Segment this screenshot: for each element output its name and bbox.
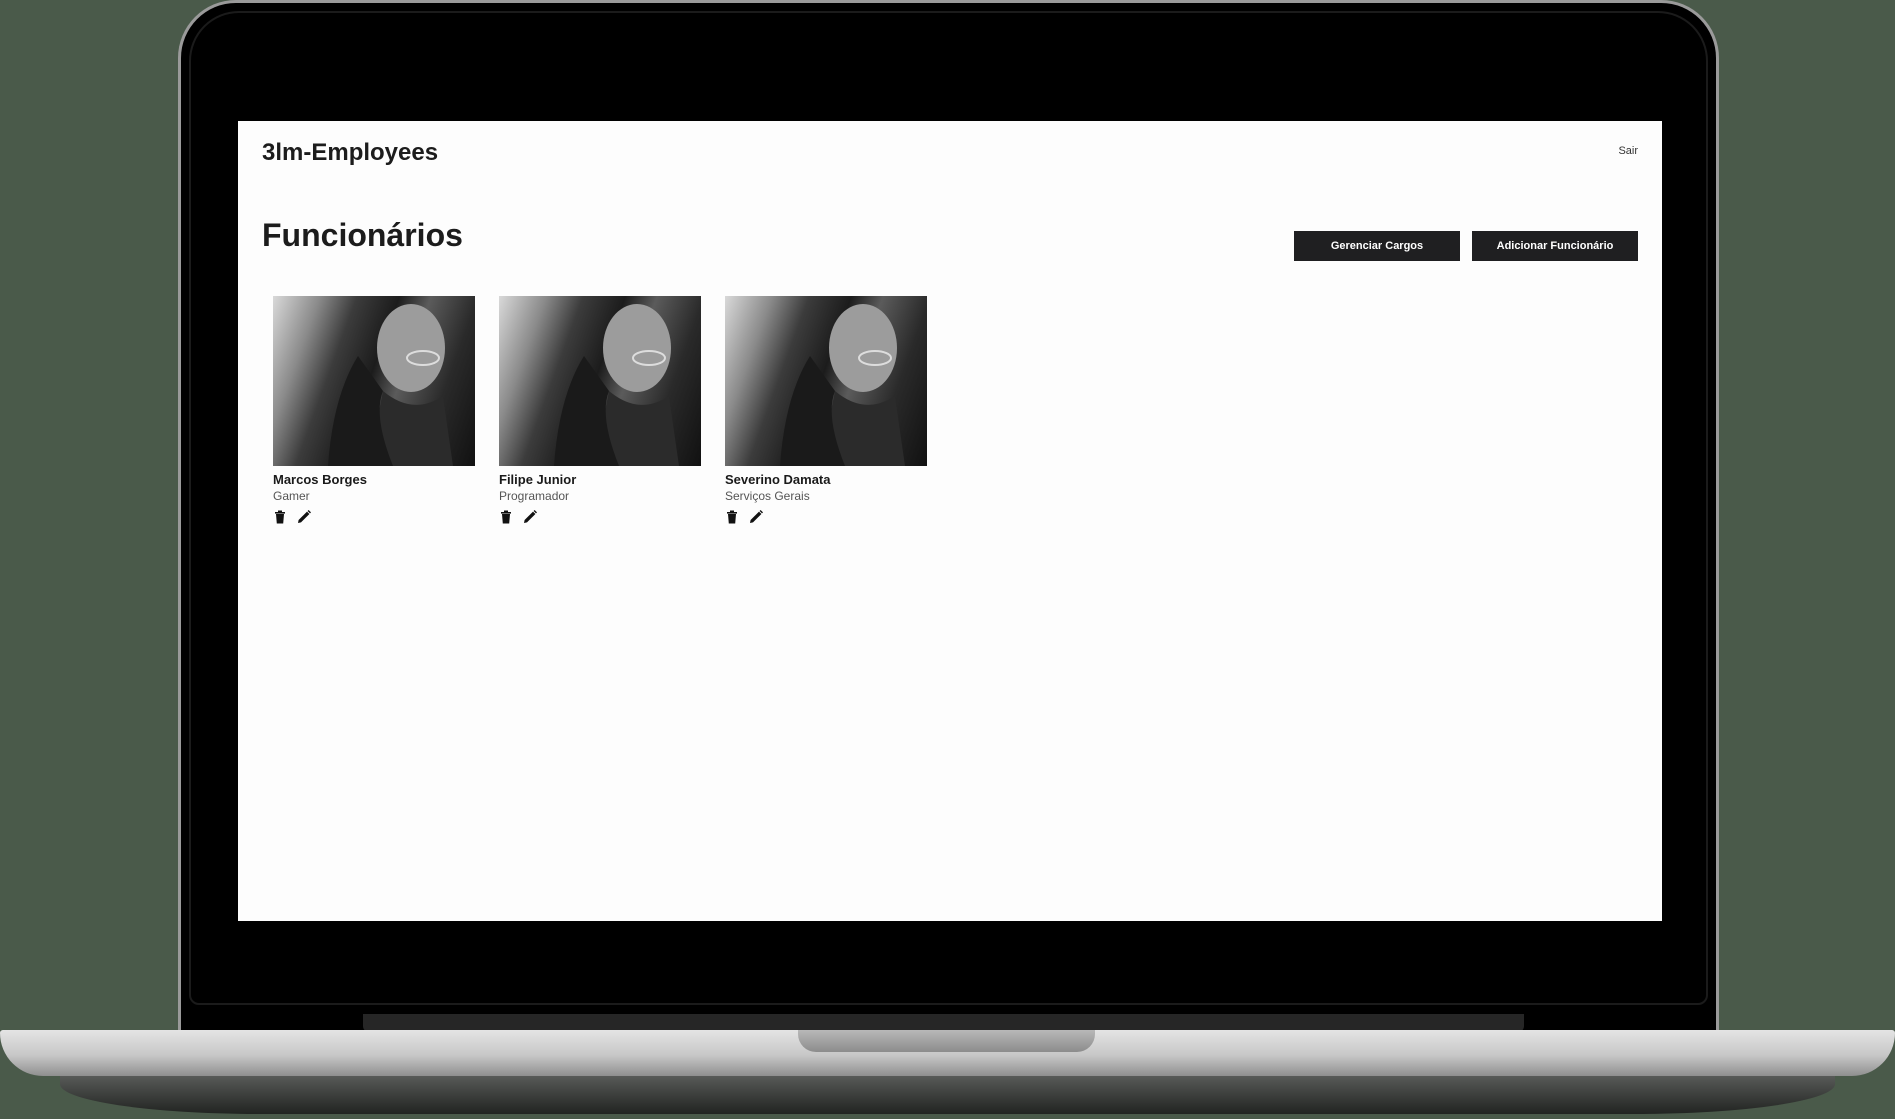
employee-card: Marcos Borges Gamer — [273, 296, 475, 524]
toolbar: Gerenciar Cargos Adicionar Funcionário — [1294, 231, 1638, 261]
employee-photo — [725, 296, 927, 466]
pencil-icon[interactable] — [297, 510, 311, 524]
employee-list: Marcos Borges Gamer Filipe Junior Progra… — [273, 296, 927, 524]
manage-roles-button[interactable]: Gerenciar Cargos — [1294, 231, 1460, 261]
employee-role: Gamer — [273, 489, 310, 503]
employee-name: Severino Damata — [725, 472, 831, 487]
logout-link[interactable]: Sair — [1618, 145, 1638, 157]
card-actions — [499, 510, 701, 524]
trash-icon[interactable] — [725, 510, 739, 524]
employee-photo — [499, 296, 701, 466]
laptop-base-shadow — [60, 1076, 1835, 1114]
employee-photo — [273, 296, 475, 466]
laptop-notch — [798, 1030, 1095, 1052]
card-actions — [725, 510, 927, 524]
add-employee-button[interactable]: Adicionar Funcionário — [1472, 231, 1638, 261]
employee-role: Programador — [499, 489, 570, 503]
employee-role: Serviços Gerais — [725, 489, 810, 503]
page-title: Funcionários — [262, 217, 463, 253]
employee-name: Marcos Borges — [273, 472, 367, 487]
employee-card: Filipe Junior Programador — [499, 296, 701, 524]
trash-icon[interactable] — [273, 510, 287, 524]
employee-card: Severino Damata Serviços Gerais — [725, 296, 927, 524]
card-actions — [273, 510, 475, 524]
app-screen: 3lm-Employees Sair Funcionários Gerencia… — [238, 121, 1662, 921]
employee-name: Filipe Junior — [499, 472, 577, 487]
app-brand: 3lm-Employees — [262, 139, 439, 166]
pencil-icon[interactable] — [523, 510, 537, 524]
pencil-icon[interactable] — [749, 510, 763, 524]
trash-icon[interactable] — [499, 510, 513, 524]
